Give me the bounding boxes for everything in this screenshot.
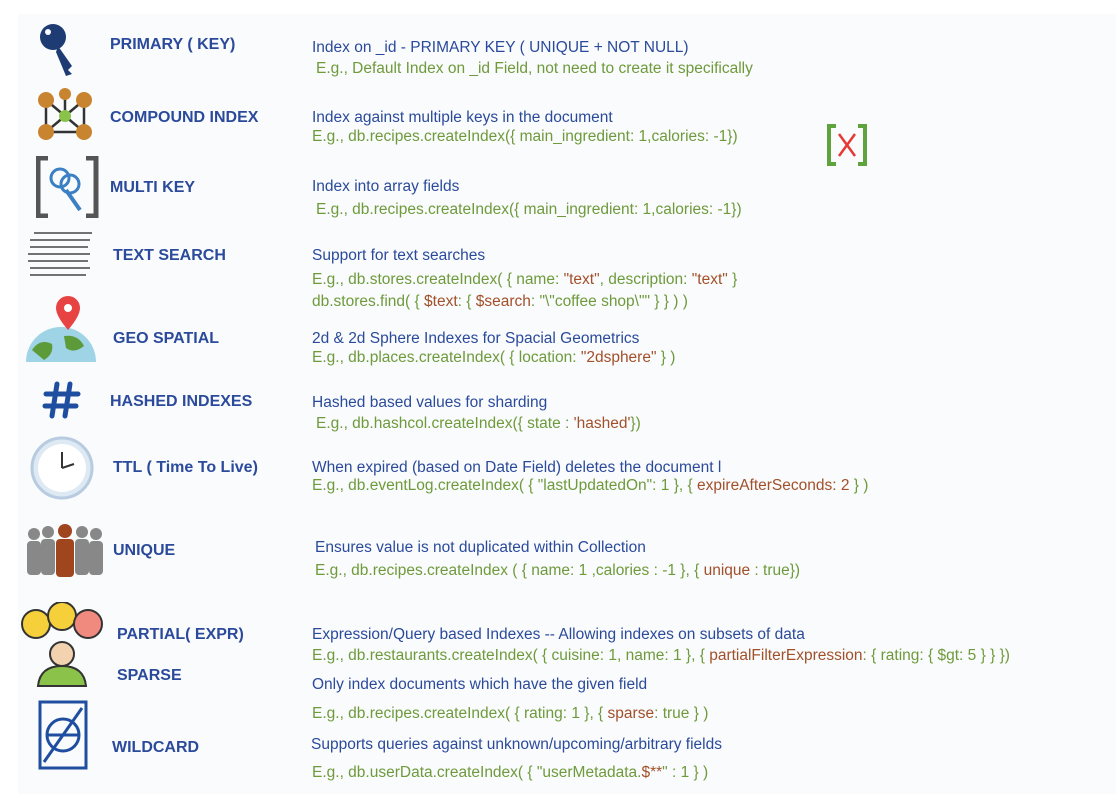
code-text: E.g., db.stores.createIndex( { name: [312, 271, 564, 288]
index-description: 2d & 2d Sphere Indexes for Spacial Geome… [312, 330, 639, 348]
code-highlight: $text [424, 293, 458, 310]
code-example: E.g., db.recipes.createIndex({ main_ingr… [312, 128, 738, 146]
index-type-label: TEXT SEARCH [113, 247, 226, 264]
code-example: E.g., db.recipes.createIndex ( { name: 1… [315, 562, 800, 580]
code-text: E.g., db.eventLog.createIndex( { "lastUp… [312, 477, 697, 494]
index-type-label: TTL ( Time To Live) [113, 459, 258, 476]
code-text: : { rating: { $gt: 5 } } }) [862, 647, 1010, 664]
code-text: " : 1 } ) [662, 764, 709, 781]
index-type-label: WILDCARD [112, 739, 200, 756]
code-highlight: $** [641, 764, 663, 781]
code-highlight: 'hashed' [573, 415, 631, 432]
code-text: } ) [656, 349, 676, 366]
index-type-label: GEO SPATIAL [113, 330, 220, 347]
code-text: Support for text searches [312, 247, 486, 264]
index-type-label: MULTI KEY [110, 179, 196, 196]
code-text: E.g., db.userData.createIndex( { "userMe… [312, 764, 642, 781]
code-text: , description: [599, 271, 692, 288]
bracket-x-icon [827, 124, 867, 166]
wildcard-icon [38, 700, 88, 770]
key-icon [40, 24, 72, 76]
code-highlight: "text" [563, 271, 600, 288]
index-description: When expired (based on Date Field) delet… [312, 459, 721, 477]
code-text: Index into array fields [312, 178, 460, 195]
code-highlight: $search [475, 293, 531, 310]
code-text: : true}) [750, 562, 801, 579]
index-type-label: PRIMARY ( KEY) [110, 36, 236, 53]
code-text: Only index documents which have the give… [312, 676, 648, 693]
code-highlight: unique [703, 562, 751, 579]
index-description: Index against multiple keys in the docum… [312, 109, 613, 127]
code-highlight: "text" [691, 271, 728, 288]
molecule-network-icon [38, 88, 92, 140]
code-text: E.g., db.recipes.createIndex( { rating: … [312, 705, 608, 722]
index-description: Index into array fields [312, 178, 459, 196]
code-text: E.g., db.restaurants.createIndex( { cuis… [312, 647, 710, 664]
code-text: Index against multiple keys in the docum… [312, 109, 613, 126]
code-text: E.g., db.recipes.createIndex ( { name: 1… [315, 562, 704, 579]
code-text: Index on _id - PRIMARY KEY ( UNIQUE + NO… [312, 39, 689, 56]
code-example: E.g., db.recipes.createIndex({ main_ingr… [316, 201, 742, 219]
code-text: When expired (based on Date Field) delet… [312, 459, 722, 476]
index-description: Expression/Query based Indexes -- Allowi… [312, 626, 805, 644]
index-type-label: SPARSE [117, 667, 182, 684]
index-description: Ensures value is not duplicated within C… [315, 539, 646, 557]
index-description: Index on _id - PRIMARY KEY ( UNIQUE + NO… [312, 39, 689, 57]
people-group-icon [27, 524, 103, 577]
code-text: : { [457, 293, 476, 310]
code-text: } [727, 271, 738, 288]
code-text: db.stores.find( { [312, 293, 425, 310]
code-text: E.g., db.recipes.createIndex({ main_ingr… [312, 128, 738, 145]
index-description: Supports queries against unknown/upcomin… [311, 736, 722, 754]
index-type-label: UNIQUE [113, 542, 176, 559]
code-example: E.g., Default Index on _id Field, not ne… [316, 60, 753, 78]
code-example: E.g., db.restaurants.createIndex( { cuis… [312, 647, 1010, 665]
code-text: Supports queries against unknown/upcomin… [311, 736, 722, 753]
code-text: : "\"coffee shop\"" } } ) ) [530, 293, 688, 310]
code-text: E.g., db.places.createIndex( { location: [312, 349, 581, 366]
code-example: E.g., db.userData.createIndex( { "userMe… [312, 764, 708, 782]
code-text: Hashed based values for sharding [312, 394, 548, 411]
emoji-faces-person-icon [21, 602, 103, 687]
clock-icon [30, 436, 94, 500]
index-description: Hashed based values for sharding [312, 394, 547, 412]
code-example: db.stores.find( { $text: { $search: "\"c… [312, 293, 688, 311]
code-text: } ) [849, 477, 869, 494]
code-text: Ensures value is not duplicated within C… [315, 539, 646, 556]
code-example: E.g., db.eventLog.createIndex( { "lastUp… [312, 477, 868, 495]
code-text: E.g., Default Index on _id Field, not ne… [316, 60, 753, 77]
code-example: E.g., db.places.createIndex( { location:… [312, 349, 675, 367]
index-description: Only index documents which have the give… [312, 676, 647, 694]
globe-pin-icon [26, 296, 96, 362]
array-keys-icon [36, 156, 99, 218]
code-highlight: "2dsphere" [580, 349, 657, 366]
code-highlight: expireAfterSeconds: 2 [696, 477, 850, 494]
code-text: 2d & 2d Sphere Indexes for Spacial Geome… [312, 330, 640, 347]
index-type-label: HASHED INDEXES [110, 393, 253, 410]
code-text: E.g., db.hashcol.createIndex({ state : [316, 415, 574, 432]
code-example: E.g., db.stores.createIndex( { name: "te… [312, 271, 737, 289]
hash-icon [42, 381, 81, 419]
code-text: : true } ) [654, 705, 709, 722]
code-highlight: sparse [607, 705, 655, 722]
code-text: }) [630, 415, 641, 432]
text-document-icon [28, 232, 92, 276]
index-type-label: PARTIAL( EXPR) [117, 626, 244, 643]
code-example: E.g., db.recipes.createIndex( { rating: … [312, 705, 708, 723]
code-text: Expression/Query based Indexes -- Allowi… [312, 626, 805, 643]
code-highlight: partialFilterExpression [709, 647, 863, 664]
index-type-label: COMPOUND INDEX [110, 109, 259, 126]
code-text: E.g., db.recipes.createIndex({ main_ingr… [316, 201, 742, 218]
index-description: Support for text searches [312, 247, 485, 265]
code-example: E.g., db.hashcol.createIndex({ state : '… [316, 415, 641, 433]
